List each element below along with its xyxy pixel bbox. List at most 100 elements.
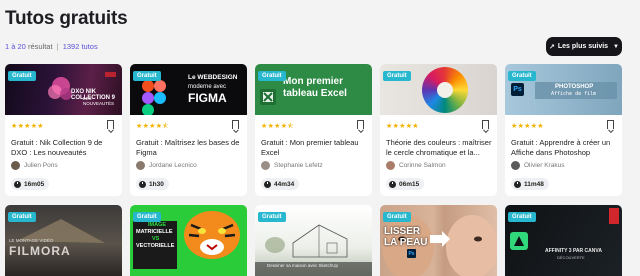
card-thumbnail: Gratuit Ps PHOTOSHOP Affiche de film xyxy=(505,64,622,115)
tutorial-card[interactable]: Gratuit Ps PHOTOSHOP Affiche de film ★★★… xyxy=(505,64,622,196)
bookmark-icon[interactable] xyxy=(107,120,114,129)
duration-pill: 16m05 xyxy=(11,178,50,190)
photoshop-icon: Ps xyxy=(407,249,416,258)
thumb-subtitle: moderne avec xyxy=(188,84,227,90)
results-total[interactable]: 1392 tutos xyxy=(63,42,98,51)
sort-dropdown-button[interactable]: ↗ Les plus suivis ▼ xyxy=(546,37,622,56)
free-badge: Gratuit xyxy=(383,212,411,222)
bookmark-icon[interactable] xyxy=(482,120,489,129)
card-thumbnail: Gratuit xyxy=(380,64,497,115)
thumb-line-3: VS xyxy=(152,236,160,242)
free-badge: Gratuit xyxy=(8,212,36,222)
thumb-line-2: MATRICIELLE xyxy=(136,229,173,235)
card-thumbnail: Gratuit AFFINITY 3 PAR CANVA DÉCOUVERTE xyxy=(505,205,622,276)
bookmark-icon[interactable] xyxy=(607,120,614,129)
thumb-headline: FIGMA xyxy=(188,91,227,105)
card-title[interactable]: Gratuit : Maîtrisez les bases de Figma xyxy=(136,138,242,157)
thumb-title: Mon premier xyxy=(283,76,344,87)
duration-pill: 11m48 xyxy=(511,178,549,190)
duration-value: 1h30 xyxy=(149,180,164,188)
tutorial-card[interactable]: Gratuit AFFINITY 3 PAR CANVA DÉCOUVERTE xyxy=(505,205,622,276)
thumb-title: PHOTOSHOP xyxy=(555,84,594,90)
tiger-illustration xyxy=(184,211,240,259)
trend-icon: ↗ xyxy=(548,43,555,51)
card-thumbnail: Gratuit Dessiner sa maison avec SketchUp xyxy=(255,205,372,276)
thumb-title: Le WEBDESIGN xyxy=(188,74,238,81)
card-author: Jordane Lecnico xyxy=(136,161,197,170)
card-title[interactable]: Théorie des couleurs : maîtriser le cerc… xyxy=(386,138,492,157)
tutorial-card[interactable]: Gratuit LISSER LA PEAU Ps xyxy=(380,205,497,276)
thumb-subtitle: DÉCOUVERTE xyxy=(557,255,585,260)
chevron-down-icon: ▼ xyxy=(613,43,619,50)
clock-icon xyxy=(14,180,21,188)
free-badge: Gratuit xyxy=(258,212,286,222)
free-badge: Gratuit xyxy=(383,71,411,81)
results-count: 1 à 20 résultat | 1392 tutos xyxy=(5,42,98,51)
card-title[interactable]: Gratuit : Mon premier tableau Excel xyxy=(261,138,367,157)
author-name: Julien Pons xyxy=(24,162,58,169)
color-wheel-center xyxy=(437,82,453,98)
tutorial-card[interactable]: Gratuit Le WEBDESIGN moderne avec FIGMA … xyxy=(130,64,247,196)
tutorial-card[interactable]: Gratuit ★★★★★ Théorie des couleurs : maî… xyxy=(380,64,497,196)
thumb-subtitle: tableau Excel xyxy=(283,88,347,99)
rating-stars: ★★★★★ xyxy=(386,123,419,130)
affinity-logo-icon xyxy=(510,232,528,250)
author-name: Olivier Krakus xyxy=(524,162,565,169)
clock-icon xyxy=(389,180,396,188)
thumb-title: LISSER xyxy=(384,226,421,237)
card-author: Stephanie Lefetz xyxy=(261,161,323,170)
sort-label: Les plus suivis xyxy=(557,43,609,50)
clock-icon xyxy=(514,180,521,188)
rating-stars: ★★★★★ xyxy=(511,123,544,130)
page: Tutos gratuits 1 à 20 résultat | 1392 tu… xyxy=(0,0,640,276)
duration-value: 06m15 xyxy=(399,180,420,188)
bookmark-icon[interactable] xyxy=(357,120,364,129)
avatar xyxy=(261,161,270,170)
results-range[interactable]: 1 à 20 xyxy=(5,42,26,51)
rating-stars: ★★★★⯪ xyxy=(261,123,295,130)
avatar xyxy=(511,161,520,170)
avatar xyxy=(136,161,145,170)
clock-icon xyxy=(139,180,146,188)
duration-value: 11m48 xyxy=(524,180,544,188)
card-title[interactable]: Gratuit : Nik Collection 9 de DXO : Les … xyxy=(11,138,117,157)
avatar xyxy=(11,161,20,170)
duration-value: 44m34 xyxy=(274,180,295,188)
thumb-line-1: IMAGE xyxy=(148,222,167,228)
photoshop-icon: Ps xyxy=(511,83,524,96)
tutorial-grid: Gratuit DXO NIK COLLECTION 9 LES NOUVEAU… xyxy=(5,64,625,276)
card-thumbnail: Gratuit IMAGE MATRICIELLE VS VECTORIELLE xyxy=(130,205,247,276)
rating-stars: ★★★★⯪ xyxy=(136,123,170,130)
rating-stars: ★★★★★ xyxy=(11,123,44,130)
thumb-title: AFFINITY 3 PAR CANVA xyxy=(545,248,602,254)
thumb-subtitle: LA PEAU xyxy=(384,237,428,248)
thumb-caption: Dessiner sa maison avec SketchUp xyxy=(267,263,339,268)
tutorial-card[interactable]: Gratuit LE MONTAGE VIDÉO FILMORA xyxy=(5,205,122,276)
card-thumbnail: Gratuit Le WEBDESIGN moderne avec FIGMA xyxy=(130,64,247,115)
clock-icon xyxy=(264,180,271,188)
free-badge: Gratuit xyxy=(8,71,36,81)
card-author: Corinne Salmon xyxy=(386,161,446,170)
author-name: Jordane Lecnico xyxy=(149,162,197,169)
page-title: Tutos gratuits xyxy=(5,8,128,29)
thumb-title: FILMORA xyxy=(9,244,71,258)
results-label: résultat xyxy=(27,42,53,51)
card-thumbnail: Gratuit LE MONTAGE VIDÉO FILMORA xyxy=(5,205,122,276)
free-badge: Gratuit xyxy=(508,212,536,222)
thumb-line-4: VECTORIELLE xyxy=(136,243,175,249)
card-title[interactable]: Gratuit : Apprendre à créer un Affiche d… xyxy=(511,138,617,157)
tutorial-card[interactable]: Gratuit DXO NIK COLLECTION 9 LES NOUVEAU… xyxy=(5,64,122,196)
tutorial-card[interactable]: Gratuit IMAGE MATRICIELLE VS VECTORIELLE xyxy=(130,205,247,276)
card-author: Olivier Krakus xyxy=(511,161,564,170)
author-name: Corinne Salmon xyxy=(399,162,446,169)
duration-pill: 44m34 xyxy=(261,178,300,190)
free-badge: Gratuit xyxy=(133,71,161,81)
tutorial-card[interactable]: Gratuit Dessiner sa maison avec SketchUp xyxy=(255,205,372,276)
tutorial-card[interactable]: Gratuit Mon premier tableau Excel ★★★★⯪ … xyxy=(255,64,372,196)
free-badge: Gratuit xyxy=(258,71,286,81)
thumb-subtitle: LE MONTAGE VIDÉO xyxy=(9,238,54,243)
author-name: Stephanie Lefetz xyxy=(274,162,323,169)
card-thumbnail: Gratuit LISSER LA PEAU Ps xyxy=(380,205,497,276)
bookmark-icon[interactable] xyxy=(232,120,239,129)
duration-pill: 06m15 xyxy=(386,178,425,190)
